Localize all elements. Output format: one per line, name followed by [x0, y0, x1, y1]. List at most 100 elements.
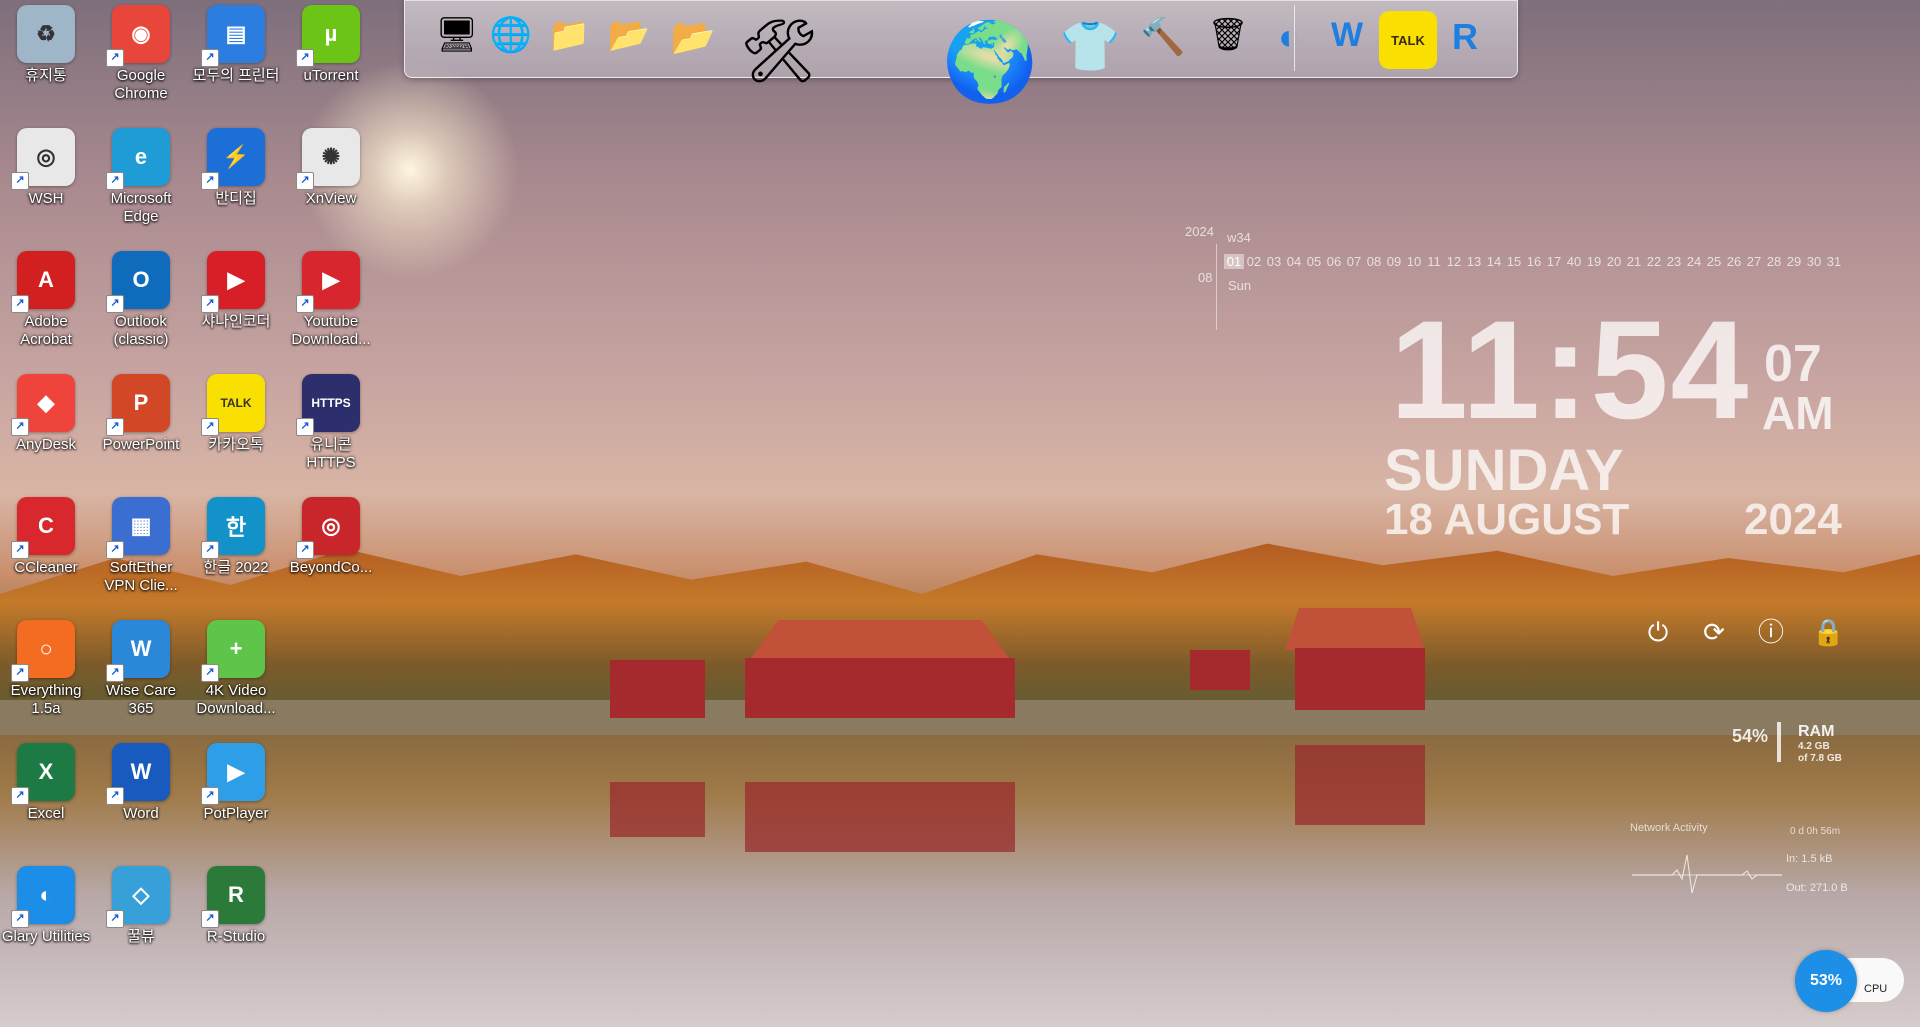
ram-percent: 54% [1732, 726, 1769, 746]
calendar-year: 2024 [1185, 224, 1214, 239]
desktop-icon[interactable]: ▦ ↗ SoftEther VPN Clie... [95, 497, 187, 595]
app-icon: HTTPS ↗ [296, 374, 360, 436]
app-icon: ✺ ↗ [296, 128, 360, 190]
wise-care-icon[interactable]: W [1323, 11, 1371, 59]
desktop-icon[interactable]: ◎ ↗ BeyondCo... [285, 497, 377, 577]
desktop-icon[interactable]: 한 ↗ 한글 2022 [190, 497, 282, 577]
app-icon: ▶ ↗ [296, 251, 360, 313]
app-icon: e ↗ [106, 128, 170, 190]
red-house-right [1295, 648, 1425, 710]
app-icon: P ↗ [106, 374, 170, 436]
desktop-icon[interactable]: ▶ ↗ 샤나인코더 [190, 251, 282, 331]
lock-icon[interactable]: 🔒 [1812, 616, 1844, 648]
calendar-day: 14 [1486, 254, 1502, 269]
network-icon[interactable]: 🌐 [487, 11, 535, 59]
calendar-day: 25 [1706, 254, 1722, 269]
shortcut-arrow-icon: ↗ [201, 295, 219, 313]
house-roof [749, 620, 1011, 660]
folder-icon[interactable]: 📁 [545, 11, 593, 59]
computer-icon[interactable]: 🖥 [433, 11, 481, 59]
r-studio-icon[interactable]: R [1439, 11, 1491, 63]
desktop-icon-label: 반디집 [215, 190, 257, 207]
shortcut-arrow-icon: ↗ [106, 172, 124, 190]
desktop-icon-label: PowerPoint [102, 436, 180, 453]
shortcut-arrow-icon: ↗ [106, 418, 124, 436]
restart-icon[interactable]: ⟳ [1698, 616, 1730, 648]
app-icon: + ↗ [201, 620, 265, 682]
desktop-icon[interactable]: R ↗ R-Studio [190, 866, 282, 946]
desktop-icon[interactable]: W ↗ Word [95, 743, 187, 823]
glary-icon[interactable]: ◐ [1263, 11, 1315, 63]
shortcut-arrow-icon: ↗ [11, 295, 29, 313]
hammer-icon[interactable]: 🔨 [1137, 11, 1189, 63]
desktop-icon-label: 모두의 프린터 [192, 67, 280, 84]
desktop-icon[interactable]: HTTPS ↗ 유니콘 HTTPS [285, 374, 377, 472]
small-red-house [1190, 650, 1250, 690]
app-icon: ▶ ↗ [201, 743, 265, 805]
house-reflection [610, 782, 705, 837]
cpu-percent[interactable]: 53% [1795, 950, 1857, 1012]
tools-icon[interactable]: 🛠 [735, 7, 823, 95]
desktop-icon-label: Microsoft Edge [110, 190, 172, 225]
recycle-bin-icon[interactable]: 🗑 [1205, 11, 1251, 57]
desktop-icon[interactable]: P ↗ PowerPoint [95, 374, 187, 454]
desktop-icon[interactable]: C ↗ CCleaner [0, 497, 92, 577]
power-icon[interactable]: ⏻ [1642, 616, 1674, 648]
clock-year: 2024 [1744, 495, 1842, 544]
calendar-day: 13 [1466, 254, 1482, 269]
desktop-icon[interactable]: ○ ↗ Everything 1.5a [0, 620, 92, 718]
desktop-icon-label: Outlook (classic) [113, 313, 169, 348]
desktop-icon[interactable]: µ ↗ uTorrent [285, 5, 377, 85]
desktop-icon[interactable]: ◉ ↗ Google Chrome [95, 5, 187, 103]
app-icon: ♻ [17, 5, 75, 63]
desktop-icon-label: XnView [305, 190, 357, 207]
desktop-icon[interactable]: ⚡ ↗ 반디집 [190, 128, 282, 208]
app-icon: W ↗ [106, 620, 170, 682]
shortcut-arrow-icon: ↗ [296, 172, 314, 190]
desktop-icon[interactable]: ◆ ↗ AnyDesk [0, 374, 92, 454]
calendar-day: 23 [1666, 254, 1682, 269]
desktop-icon[interactable]: O ↗ Outlook (classic) [95, 251, 187, 349]
desktop-icon-label: Excel [27, 805, 65, 822]
globe-icon[interactable]: 🌍 [935, 7, 1045, 117]
desktop-icon[interactable]: ▶ ↗ PotPlayer [190, 743, 282, 823]
calendar-day: 12 [1446, 254, 1462, 269]
info-icon[interactable]: ⓘ [1755, 616, 1787, 648]
desktop-icon[interactable]: A ↗ Adobe Acrobat [0, 251, 92, 349]
shortcut-arrow-icon: ↗ [201, 172, 219, 190]
shortcut-arrow-icon: ↗ [106, 295, 124, 313]
desktop-icon[interactable]: ◎ ↗ WSH [0, 128, 92, 208]
shortcut-arrow-icon: ↗ [296, 295, 314, 313]
desktop-icon-label: 휴지통 [25, 67, 67, 84]
app-icon: O ↗ [106, 251, 170, 313]
calendar-week: w34 [1227, 230, 1251, 245]
desktop-icon[interactable]: e ↗ Microsoft Edge [95, 128, 187, 226]
desktop-icon-label: Word [123, 805, 159, 822]
desktop-icon[interactable]: ▤ ↗ 모두의 프린터 [190, 5, 282, 85]
app-icon: ▦ ↗ [106, 497, 170, 559]
shortcut-arrow-icon: ↗ [11, 541, 29, 559]
desktop-icon[interactable]: ◐ ↗ Glary Utilities [0, 866, 92, 946]
desktop-icon[interactable]: + ↗ 4K Video Download... [190, 620, 282, 718]
desktop-icon[interactable]: ◇ ↗ 꿀뷰 [95, 866, 187, 946]
desktop-icon[interactable]: ▶ ↗ Youtube Download... [285, 251, 377, 349]
clock-seconds: 07 [1764, 335, 1822, 393]
app-icon: 한 ↗ [201, 497, 265, 559]
desktop-icon[interactable]: ♻ 휴지통 [0, 5, 92, 85]
desktop-icon-label: Wise Care 365 [105, 682, 176, 717]
folder-open-icon[interactable]: 📂 [667, 11, 719, 63]
desktop-icon-label: uTorrent [303, 67, 359, 84]
kakaotalk-icon[interactable]: TALK [1379, 11, 1437, 69]
desktop-icon[interactable]: TALK ↗ 카카오톡 [190, 374, 282, 454]
desktop-icon-label: BeyondCo... [289, 559, 373, 576]
folder-pictures-icon[interactable]: 📂 [605, 11, 653, 59]
desktop-icon[interactable]: ✺ ↗ XnView [285, 128, 377, 208]
shortcut-arrow-icon: ↗ [11, 664, 29, 682]
desktop-icon[interactable]: W ↗ Wise Care 365 [95, 620, 187, 718]
shortcut-arrow-icon: ↗ [106, 664, 124, 682]
tshirt-icon[interactable]: 👕 [1055, 11, 1125, 81]
app-icon: ◉ ↗ [106, 5, 170, 67]
house-reflection [1295, 745, 1425, 825]
desktop-icon[interactable]: X ↗ Excel [0, 743, 92, 823]
calendar-day: 16 [1526, 254, 1542, 269]
